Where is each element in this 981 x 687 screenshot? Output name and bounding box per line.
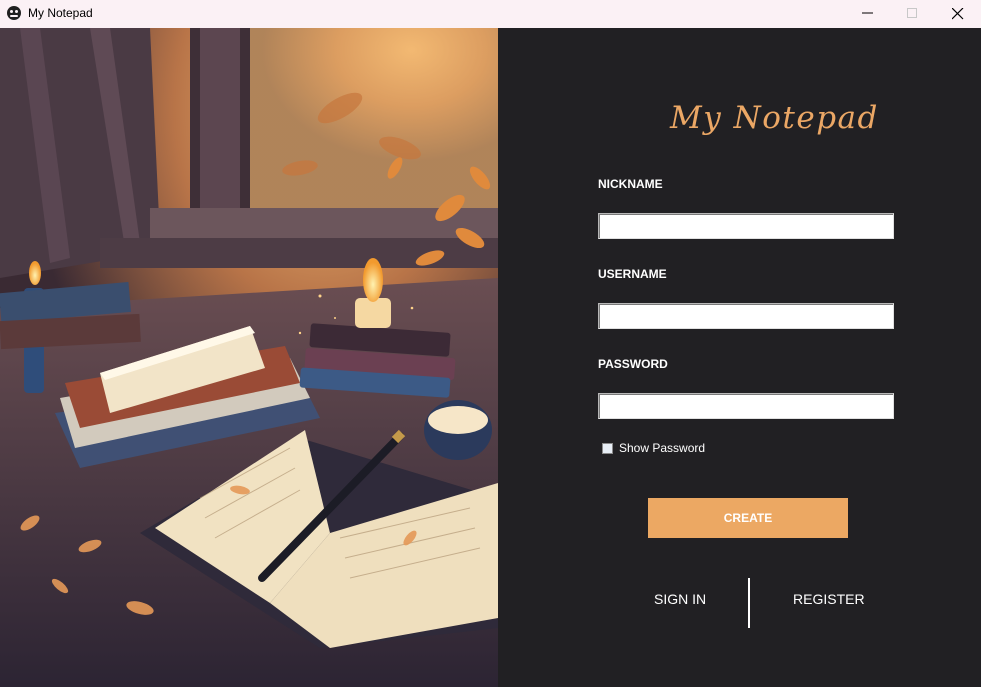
maximize-button[interactable] [890,0,936,28]
app-brand-title: My Notepad [670,100,879,136]
close-icon [952,8,964,20]
close-button[interactable] [935,0,981,28]
minimize-icon [862,12,873,14]
minimize-button[interactable] [845,0,891,28]
nav-divider [748,578,750,628]
sign-in-link[interactable]: SIGN IN [654,591,706,607]
title-bar: My Notepad [0,0,981,28]
nickname-input[interactable] [598,213,894,239]
window-title: My Notepad [28,6,93,20]
nickname-label: NICKNAME [598,177,663,191]
show-password-checkbox[interactable] [602,443,613,454]
show-password-label: Show Password [619,441,706,455]
password-input[interactable] [598,393,894,419]
password-label: PASSWORD [598,357,668,371]
create-button[interactable]: CREATE [648,498,848,538]
username-label: USERNAME [598,267,667,281]
register-link[interactable]: REGISTER [793,591,865,607]
username-input[interactable] [598,303,894,329]
maximize-icon [907,8,917,18]
app-face-icon [7,6,21,20]
illustration-image [0,28,498,687]
